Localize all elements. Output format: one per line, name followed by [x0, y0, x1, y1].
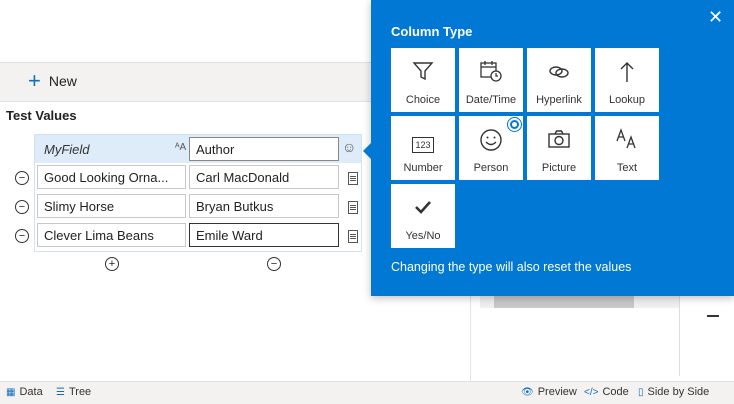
popup-title: Column Type: [391, 24, 473, 39]
new-button[interactable]: + New: [28, 68, 77, 93]
document-icon[interactable]: [348, 230, 358, 243]
preview-area: [471, 296, 734, 376]
tree-tab[interactable]: ☰ Tree: [56, 386, 91, 398]
code-tab[interactable]: </> Code: [584, 386, 629, 398]
tile-label: Yes/No: [405, 230, 441, 242]
eye-icon: 👁: [521, 386, 534, 398]
tile-number[interactable]: 123 Number: [391, 116, 455, 180]
number-icon-text: 123: [412, 137, 434, 153]
row-field-cell[interactable]: Good Looking Orna...: [37, 165, 186, 189]
field-name-cell[interactable]: MyField: [37, 137, 186, 161]
add-row-icon[interactable]: +: [105, 257, 119, 271]
smiley-icon[interactable]: ☺: [342, 139, 356, 155]
row-field-cell[interactable]: Slimy Horse: [37, 194, 186, 218]
code-tab-label: Code: [602, 386, 629, 398]
table-row: Clever Lima Beans Emile Ward: [35, 223, 361, 251]
row-value-cell[interactable]: Bryan Butkus: [189, 194, 339, 218]
tree-icon: ☰: [56, 386, 65, 398]
tile-yes-no[interactable]: Yes/No: [391, 184, 455, 248]
column-name-input[interactable]: Author: [189, 137, 339, 161]
row-value-cell[interactable]: Carl MacDonald: [189, 165, 339, 189]
tile-label: Lookup: [608, 94, 646, 106]
remove-column-icon[interactable]: −: [267, 257, 281, 271]
remove-row-icon[interactable]: −: [15, 229, 29, 243]
status-bar: ▦ Data ☰ Tree 👁 Preview </> Code ▯ Side …: [0, 381, 734, 404]
plus-icon: +: [28, 68, 41, 93]
close-icon[interactable]: ✕: [708, 8, 723, 26]
grid-header-row: MyField ᴬA Author ☺: [35, 135, 361, 163]
column-type-popup: Column Type ✕ Choice Date/Time Hyperlink…: [363, 0, 734, 296]
divider: [679, 296, 680, 376]
side-by-side-tab[interactable]: ▯ Side by Side: [638, 386, 709, 398]
row-field-cell[interactable]: Clever Lima Beans: [37, 223, 186, 247]
split-view-icon: ▯: [638, 386, 644, 398]
side-by-side-tab-label: Side by Side: [647, 386, 710, 398]
link-icon: [527, 60, 591, 88]
data-tab[interactable]: ▦ Data: [6, 386, 43, 398]
tile-date-time[interactable]: Date/Time: [459, 48, 523, 112]
remove-row-icon[interactable]: −: [15, 171, 29, 185]
tile-label: Text: [616, 162, 638, 174]
row-value-cell[interactable]: Emile Ward: [189, 223, 339, 247]
calendar-clock-icon: [459, 60, 523, 88]
tile-label: Date/Time: [465, 94, 517, 106]
table-row: Slimy Horse Bryan Butkus: [35, 194, 361, 222]
table-icon: ▦: [6, 386, 16, 398]
funnel-icon: [391, 60, 455, 88]
document-icon[interactable]: [348, 172, 358, 185]
tile-picture[interactable]: Picture: [527, 116, 591, 180]
text-icon: [595, 128, 659, 156]
text-type-icon: ᴬA: [175, 142, 187, 153]
preview-tab-label: Preview: [537, 386, 577, 398]
section-title: Test Values: [6, 108, 77, 123]
tile-label: Choice: [405, 94, 441, 106]
tile-person[interactable]: Person: [459, 116, 523, 180]
remove-row-icon[interactable]: −: [15, 200, 29, 214]
tile-label: Person: [473, 162, 509, 174]
checkmark-icon: [391, 196, 455, 224]
new-button-label: New: [48, 73, 77, 89]
camera-icon: [527, 128, 591, 156]
arrow-up-icon: [595, 60, 659, 88]
tile-choice[interactable]: Choice: [391, 48, 455, 112]
code-icon: </>: [584, 386, 599, 398]
popup-note: Changing the type will also reset the va…: [391, 260, 632, 274]
preview-tab[interactable]: 👁 Preview: [521, 386, 577, 398]
number-icon: 123: [391, 128, 455, 156]
tile-text[interactable]: Text: [595, 116, 659, 180]
data-tab-label: Data: [19, 386, 43, 398]
tile-label: Picture: [541, 162, 577, 174]
scrollbar-thumb[interactable]: [494, 296, 634, 308]
tree-tab-label: Tree: [68, 386, 92, 398]
tile-label: Hyperlink: [536, 94, 582, 106]
tile-lookup[interactable]: Lookup: [595, 48, 659, 112]
cursor-marker: [707, 315, 719, 317]
smiley-icon: [459, 128, 523, 156]
test-values-grid: MyField ᴬA Author ☺ Good Looking Orna...…: [34, 134, 362, 252]
popup-arrow: [363, 143, 371, 159]
document-icon[interactable]: [348, 201, 358, 214]
table-row: Good Looking Orna... Carl MacDonald: [35, 165, 361, 193]
tile-hyperlink[interactable]: Hyperlink: [527, 48, 591, 112]
tile-label: Number: [403, 162, 443, 174]
